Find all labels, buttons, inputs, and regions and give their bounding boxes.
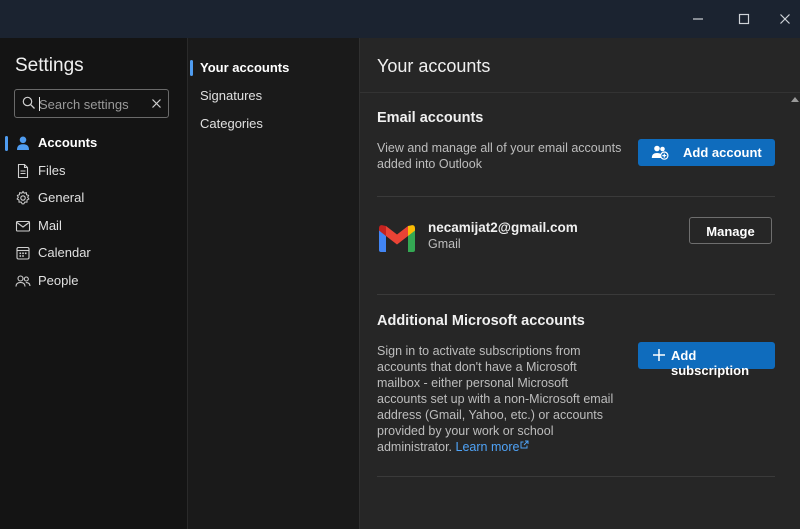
external-link-icon <box>520 440 529 449</box>
nav-item-calendar[interactable]: Calendar <box>0 239 187 267</box>
learn-more-label: Learn more <box>455 440 520 454</box>
section-divider <box>377 196 775 197</box>
account-email: necamijat2@gmail.com <box>428 220 578 235</box>
subnav-categories[interactable]: Categories <box>188 111 359 137</box>
additional-accounts-heading: Additional Microsoft accounts <box>377 313 585 329</box>
maximize-button[interactable] <box>725 0 763 38</box>
text-caret <box>39 97 40 111</box>
description-line: accounts that don't have a Microsoft <box>377 360 577 374</box>
search-input[interactable] <box>39 94 147 114</box>
plus-icon <box>653 349 665 361</box>
nav-item-label: Accounts <box>38 135 98 150</box>
person-icon <box>17 136 29 150</box>
description-line: mailbox - either personal Microsoft <box>377 376 569 390</box>
email-accounts-description: View and manage all of your email accoun… <box>377 140 621 172</box>
nav-item-people[interactable]: People <box>0 267 187 295</box>
section-divider <box>377 294 775 295</box>
section-divider <box>377 476 775 477</box>
email-accounts-heading: Email accounts <box>377 110 484 126</box>
close-icon <box>780 14 790 24</box>
description-line: administrator. Learn more <box>377 439 613 455</box>
add-subscription-button[interactable]: Add subscription <box>638 342 775 378</box>
nav-item-label: General <box>38 190 85 205</box>
close-button[interactable] <box>766 0 800 38</box>
add-subscription-label: Add subscription <box>671 348 750 378</box>
nav-item-label: Mail <box>38 218 62 233</box>
minimize-button[interactable] <box>679 0 717 38</box>
nav-item-label: People <box>38 273 79 288</box>
description-line: Sign in to activate subscriptions from <box>377 344 581 358</box>
manage-button-label: Manage <box>706 224 755 239</box>
search-icon <box>22 96 35 109</box>
clear-search-icon[interactable] <box>151 98 162 109</box>
scroll-up-arrow-icon[interactable] <box>791 96 799 102</box>
nav-item-general[interactable]: General <box>0 184 187 212</box>
nav-item-label: Calendar <box>38 245 91 260</box>
add-account-button[interactable]: Add account <box>638 139 775 166</box>
mail-icon <box>15 220 31 232</box>
add-people-icon <box>651 145 669 160</box>
description-text: administrator. <box>377 440 453 454</box>
description-line: address (Gmail, Yahoo, etc.) or accounts <box>377 408 604 422</box>
gmail-logo-icon <box>379 225 415 252</box>
nav-item-files[interactable]: Files <box>0 157 187 185</box>
selection-indicator <box>190 60 193 76</box>
settings-title: Settings <box>15 55 84 76</box>
additional-accounts-description: Sign in to activate subscriptions from a… <box>377 343 613 455</box>
subnav-label: Categories <box>200 116 263 131</box>
gear-icon <box>16 190 30 205</box>
account-type: Gmail <box>428 237 461 251</box>
people-icon <box>15 275 31 287</box>
description-line: added into Outlook <box>377 157 482 171</box>
title-bar <box>0 0 800 38</box>
accounts-content-pane: Your accounts Email accounts View and ma… <box>359 38 800 529</box>
nav-item-mail[interactable]: Mail <box>0 212 187 240</box>
nav-item-accounts[interactable]: Accounts <box>0 129 187 157</box>
search-settings-box[interactable] <box>14 89 169 118</box>
subnav-signatures[interactable]: Signatures <box>188 83 359 109</box>
calendar-icon <box>16 246 30 260</box>
accounts-subnav-pane: Your accounts Signatures Categories <box>187 38 359 529</box>
document-icon <box>17 163 29 179</box>
add-account-label: Add account <box>683 145 762 160</box>
maximize-icon <box>738 13 750 25</box>
subnav-label: Signatures <box>200 88 263 103</box>
nav-item-label: Files <box>38 163 66 178</box>
subnav-your-accounts[interactable]: Your accounts <box>188 55 359 81</box>
minimize-icon <box>693 18 703 20</box>
description-line: provided by your work or school <box>377 424 554 438</box>
description-line: accounts set up with a non-Microsoft ema… <box>377 392 614 406</box>
selection-indicator <box>5 136 8 151</box>
description-line: View and manage all of your email accoun… <box>377 141 622 155</box>
header-divider <box>360 92 800 93</box>
learn-more-link[interactable]: Learn more <box>456 440 530 454</box>
manage-account-button[interactable]: Manage <box>689 217 772 244</box>
settings-nav-pane: Settings Accounts Files <box>0 38 187 529</box>
subnav-label: Your accounts <box>200 60 290 75</box>
page-title: Your accounts <box>377 56 491 76</box>
